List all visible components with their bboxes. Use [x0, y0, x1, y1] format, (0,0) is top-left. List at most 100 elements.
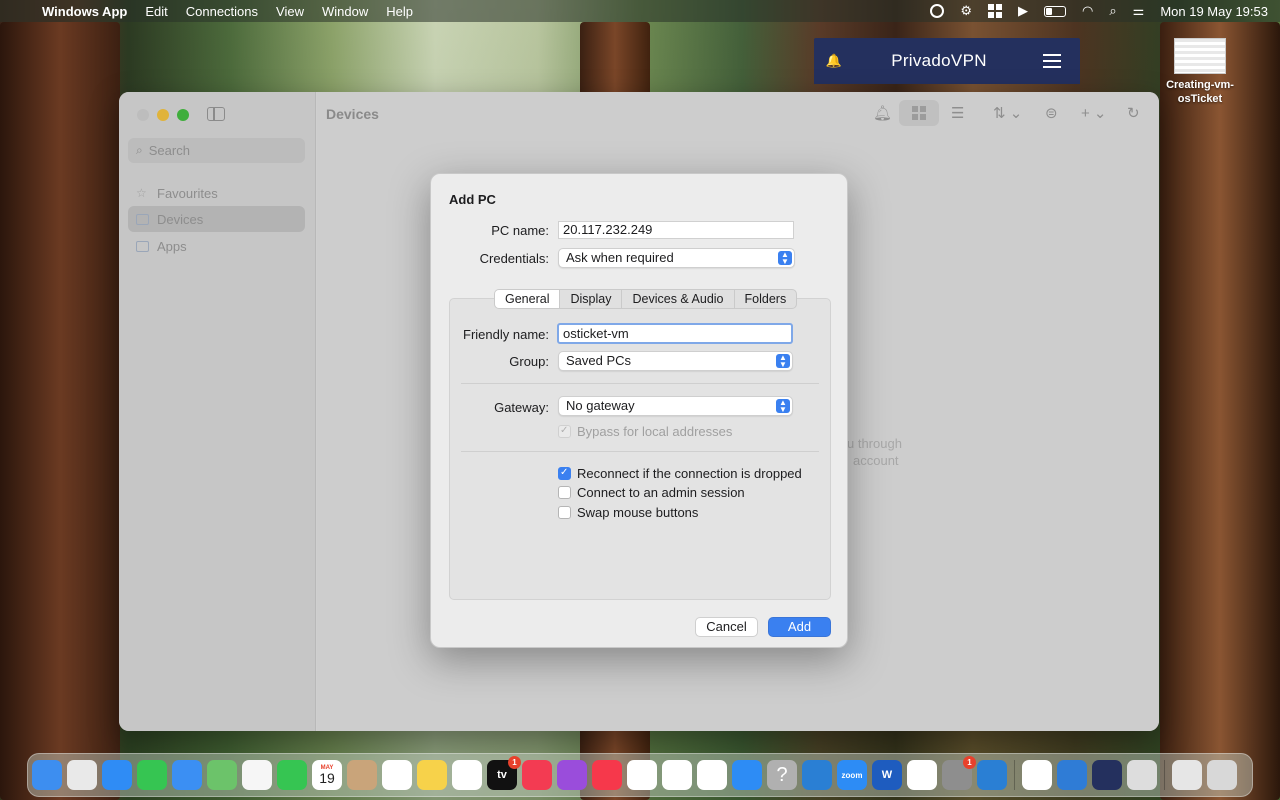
- slack-icon[interactable]: [907, 760, 937, 790]
- bell-icon[interactable]: 🔔: [814, 53, 854, 69]
- credentials-select[interactable]: Ask when required ▲ ▼: [558, 248, 795, 268]
- wifi-icon[interactable]: ◠: [1082, 3, 1093, 19]
- page-title: Devices: [326, 106, 379, 122]
- tab-general[interactable]: General: [495, 290, 561, 308]
- music-icon[interactable]: [522, 760, 552, 790]
- appletv-icon[interactable]: 1 tv: [487, 756, 521, 790]
- swap-mouse-checkbox-row[interactable]: Swap mouse buttons: [558, 505, 698, 520]
- play-icon[interactable]: ▶: [1018, 3, 1028, 19]
- privadovpn-widget: 🔔 PrivadoVPN: [814, 38, 1080, 84]
- empty-state-line-1: u through: [847, 436, 902, 451]
- notes-icon[interactable]: [417, 760, 447, 790]
- swap-mouse-checkbox[interactable]: [558, 506, 571, 519]
- admin-session-checkbox[interactable]: [558, 486, 571, 499]
- maximize-window-button[interactable]: [177, 109, 189, 121]
- sidebar-toggle-icon[interactable]: [207, 107, 225, 121]
- friendly-name-input[interactable]: osticket-vm: [557, 323, 793, 344]
- group-select[interactable]: Saved PCs ▲ ▼: [558, 351, 793, 371]
- swap-mouse-label: Swap mouse buttons: [577, 505, 699, 520]
- menu-connections[interactable]: Connections: [186, 4, 258, 19]
- sidebar-search[interactable]: ⌕ Search: [128, 138, 305, 163]
- photos-icon[interactable]: [242, 760, 272, 790]
- chevron-updown-icon: ▲ ▼: [776, 354, 790, 369]
- menu-edit[interactable]: Edit: [145, 4, 167, 19]
- menu-view[interactable]: View: [276, 4, 304, 19]
- freeform-icon[interactable]: [452, 760, 482, 790]
- gateway-select[interactable]: No gateway ▲ ▼: [558, 396, 793, 416]
- zoom-icon[interactable]: zoom: [837, 760, 867, 790]
- menu-app-name[interactable]: Windows App: [42, 4, 127, 19]
- downloads-icon[interactable]: [1172, 760, 1202, 790]
- messages-icon[interactable]: [137, 760, 167, 790]
- sidebar-item-devices[interactable]: Devices: [128, 206, 305, 232]
- apps-grid-icon: [136, 240, 149, 252]
- bypass-checkbox-row: Bypass for local addresses: [558, 424, 732, 439]
- contacts-icon[interactable]: [347, 760, 377, 790]
- cancel-button[interactable]: Cancel: [695, 617, 758, 637]
- empty-state-hint: u through account: [843, 435, 902, 469]
- reminders-icon[interactable]: [382, 760, 412, 790]
- help-icon[interactable]: ?: [767, 760, 797, 790]
- vscode-2-icon[interactable]: [977, 760, 1007, 790]
- empty-state-line-2: account: [853, 453, 899, 468]
- battery-icon[interactable]: [1044, 5, 1067, 17]
- word-icon[interactable]: W: [872, 760, 902, 790]
- safari-icon[interactable]: [102, 760, 132, 790]
- numbers-icon[interactable]: [662, 760, 692, 790]
- monitor-icon: [136, 213, 149, 225]
- admin-session-checkbox-row[interactable]: Connect to an admin session: [558, 485, 745, 500]
- sidebar-item-favourites[interactable]: ☆ Favourites: [128, 180, 305, 206]
- notifications-icon[interactable]: 🔔︎: [873, 104, 892, 122]
- reconnect-checkbox-row[interactable]: Reconnect if the connection is dropped: [558, 466, 802, 481]
- credentials-value: Ask when required: [566, 250, 674, 265]
- pages-icon[interactable]: [697, 760, 727, 790]
- gear-icon[interactable]: ⚙: [960, 3, 972, 19]
- file-thumbnail-icon: [1174, 38, 1226, 74]
- system-settings-icon[interactable]: 1: [942, 756, 976, 790]
- control-center-icon[interactable]: ⚌: [1133, 3, 1145, 19]
- maps-icon[interactable]: [207, 760, 237, 790]
- podcasts-icon[interactable]: [557, 760, 587, 790]
- sidebar-item-label: Devices: [157, 211, 204, 227]
- chrome-icon[interactable]: [1022, 760, 1052, 790]
- mail-icon[interactable]: [172, 760, 202, 790]
- filter-icon[interactable]: ⊜: [1045, 104, 1058, 122]
- menu-window[interactable]: Window: [322, 4, 368, 19]
- close-window-button[interactable]: [137, 109, 149, 121]
- windows-grid-icon[interactable]: [988, 4, 1003, 18]
- calendar-icon[interactable]: MAY 19: [312, 760, 342, 790]
- desktop-file[interactable]: Creating-vm-osTicket: [1162, 38, 1238, 106]
- windows-app-icon[interactable]: [1057, 760, 1087, 790]
- credentials-label: Credentials:: [479, 251, 549, 266]
- search-icon[interactable]: ⌕: [1109, 3, 1116, 19]
- tab-folders[interactable]: Folders: [735, 290, 797, 308]
- list-view-icon[interactable]: ☰: [951, 104, 964, 122]
- sidebar-item-apps[interactable]: Apps: [128, 233, 305, 259]
- preview-icon[interactable]: [1127, 760, 1157, 790]
- add-button[interactable]: Add: [768, 617, 831, 637]
- hamburger-menu-icon[interactable]: [1024, 54, 1080, 68]
- appstore-icon[interactable]: [732, 760, 762, 790]
- keynote-icon[interactable]: [627, 760, 657, 790]
- menu-bar-clock[interactable]: Mon 19 May 19:53: [1160, 4, 1268, 19]
- news-icon[interactable]: [592, 760, 622, 790]
- launchpad-icon[interactable]: [67, 760, 97, 790]
- pc-name-input[interactable]: 20.117.232.249: [558, 221, 794, 239]
- grid-view-button[interactable]: [899, 100, 939, 126]
- tab-devices-audio[interactable]: Devices & Audio: [622, 290, 735, 308]
- admin-session-label: Connect to an admin session: [577, 485, 745, 500]
- sidebar-item-label: Favourites: [157, 185, 218, 201]
- minimize-window-button[interactable]: [157, 109, 169, 121]
- sort-icon[interactable]: ⇅ ⌄: [993, 104, 1022, 122]
- refresh-icon[interactable]: ↻: [1127, 104, 1140, 122]
- finder-icon[interactable]: [32, 760, 62, 790]
- facetime-icon[interactable]: [277, 760, 307, 790]
- vscode-icon[interactable]: [802, 760, 832, 790]
- trash-icon[interactable]: [1207, 760, 1237, 790]
- menu-help[interactable]: Help: [386, 4, 413, 19]
- tab-display[interactable]: Display: [560, 290, 623, 308]
- reconnect-checkbox[interactable]: [558, 467, 571, 480]
- add-icon[interactable]: + ⌄: [1081, 104, 1107, 122]
- privadovpn-icon[interactable]: [1092, 760, 1122, 790]
- grammarly-icon[interactable]: [930, 4, 945, 18]
